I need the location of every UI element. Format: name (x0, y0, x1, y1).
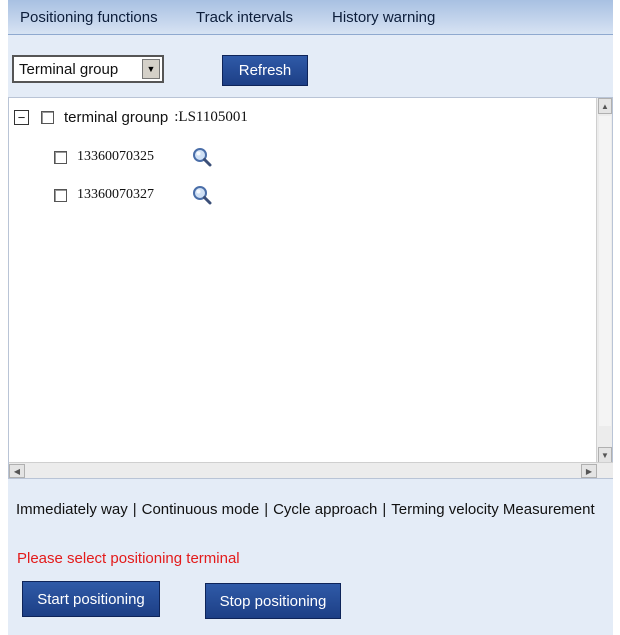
scroll-down-icon[interactable]: ▼ (598, 447, 612, 463)
tree-group-row: − terminal grounp :LS1105001 (14, 109, 248, 126)
tree-terminal-row: 13360070327 (54, 185, 212, 205)
terminal-checkbox[interactable] (54, 150, 67, 164)
tab-track-intervals[interactable]: Track intervals (186, 9, 328, 26)
group-label: terminal grounp (64, 109, 169, 126)
mode-separator: | (264, 500, 269, 518)
stop-positioning-button[interactable]: Stop positioning (205, 583, 341, 619)
tab-bar: Positioning functions Track intervals Hi… (8, 0, 613, 35)
terminal-checkbox[interactable] (54, 188, 67, 202)
horizontal-scrollbar[interactable]: ◀ ▶ (9, 462, 613, 478)
tab-history-warning[interactable]: History warning (328, 9, 435, 26)
group-code: :LS1105001 (174, 109, 248, 125)
tab-positioning-functions[interactable]: Positioning functions (8, 9, 186, 26)
collapse-icon[interactable]: − (14, 110, 29, 125)
mode-velocity-measurement[interactable]: Terming velocity Measurement (391, 501, 594, 518)
mode-immediately-way[interactable]: Immediately way (16, 501, 128, 518)
mode-separator: | (382, 500, 387, 518)
scroll-left-icon[interactable]: ◀ (9, 464, 25, 478)
status-warning: Please select positioning terminal (17, 550, 240, 567)
start-positioning-button[interactable]: Start positioning (22, 581, 160, 617)
positioning-modes: Immediately way | Continuous mode | Cycl… (8, 479, 613, 539)
tree-terminal-row: 13360070325 (54, 147, 212, 167)
scroll-thumb[interactable] (599, 116, 611, 426)
mode-separator: | (132, 500, 137, 518)
toolbar: Terminal group ▼ Refresh (8, 35, 613, 97)
terminal-id: 13360070325 (77, 149, 154, 164)
magnifier-icon[interactable] (192, 147, 212, 167)
magnifier-icon[interactable] (192, 185, 212, 205)
mode-continuous[interactable]: Continuous mode (142, 501, 260, 518)
scroll-right-icon[interactable]: ▶ (581, 464, 597, 478)
terminal-id: 13360070327 (77, 187, 154, 202)
action-panel: Please select positioning terminal Start… (8, 539, 613, 635)
group-select[interactable]: Terminal group ▼ (12, 55, 164, 83)
mode-cycle-approach[interactable]: Cycle approach (273, 501, 377, 518)
dropdown-arrow-icon[interactable]: ▼ (142, 59, 160, 79)
group-checkbox[interactable] (41, 111, 54, 124)
group-select-value: Terminal group (19, 60, 119, 78)
terminal-tree: − terminal grounp :LS1105001 13360070325… (8, 97, 613, 479)
refresh-button[interactable]: Refresh (222, 55, 308, 86)
scroll-up-icon[interactable]: ▲ (598, 98, 612, 114)
vertical-scrollbar[interactable]: ▲ ▼ (596, 98, 612, 463)
